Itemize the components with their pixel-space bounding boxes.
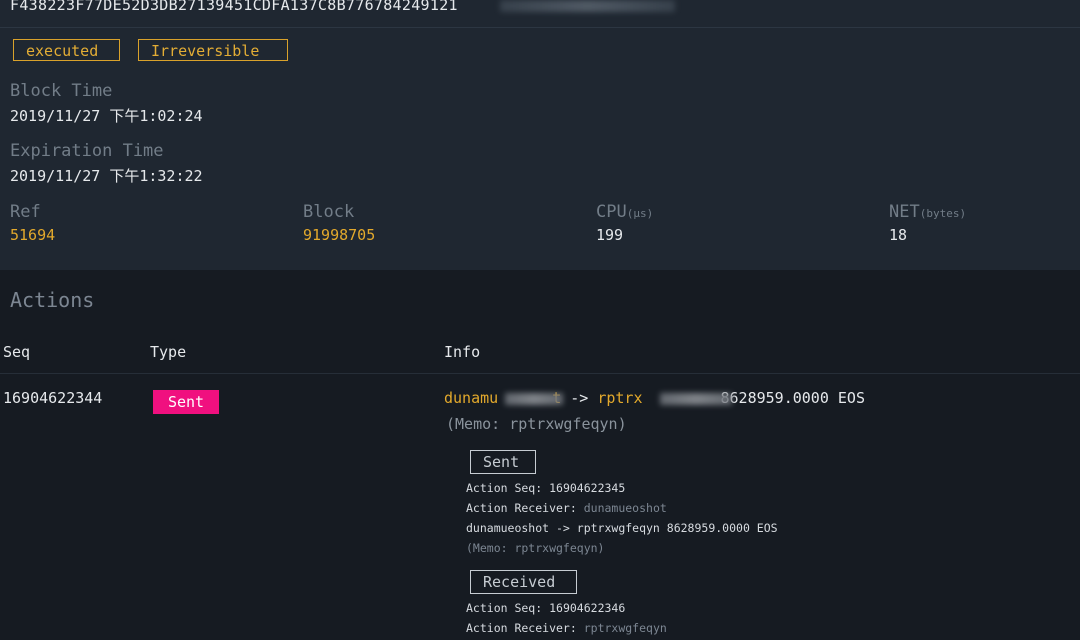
expiration-time-value: 2019/11/27 下午1:32:22 <box>10 167 203 185</box>
transaction-summary-panel: F438223F77DE52D3DB27139451CDFA137C8B7767… <box>0 0 1080 270</box>
redacted-to-account <box>660 393 732 405</box>
sent-action-memo: (Memo: rptrxwgfeqyn) <box>466 541 605 555</box>
cpu-label-text: CPU <box>596 202 627 222</box>
action-memo: (Memo: rptrxwgfeqyn) <box>446 415 627 433</box>
sent-action-receiver: Action Receiver: dunamueoshot <box>466 501 667 515</box>
cpu-label: CPU(μs) <box>596 202 653 222</box>
received-action-seq-value: 16904622346 <box>549 601 626 615</box>
from-account-link[interactable]: dunamu <box>444 389 498 407</box>
redacted-hash-tail <box>500 0 675 12</box>
cpu-unit: (μs) <box>626 207 654 220</box>
sent-action-seq-value: 16904622345 <box>549 481 626 495</box>
column-header-seq: Seq <box>3 343 31 361</box>
sent-action-transfer: dunamueoshot -> rptrxwgfeqyn 8628959.000… <box>466 521 778 535</box>
transaction-hash: F438223F77DE52D3DB27139451CDFA137C8B7767… <box>10 0 458 14</box>
actions-section-title: Actions <box>10 288 95 312</box>
sent-toggle-button[interactable]: Sent <box>470 450 536 474</box>
received-action-receiver-value: rptrxwgfeqyn <box>583 621 667 635</box>
ref-value[interactable]: 51694 <box>10 226 55 244</box>
cpu-value: 199 <box>596 226 624 244</box>
received-action-receiver-label: Action Receiver: <box>466 621 577 635</box>
net-label: NET(bytes) <box>889 202 966 222</box>
received-action-receiver: Action Receiver: rptrxwgfeqyn <box>466 621 667 635</box>
received-action-seq-label: Action Seq: <box>466 601 543 615</box>
block-time-label: Block Time <box>10 81 113 101</box>
table-header-divider <box>0 373 1080 374</box>
column-header-info: Info <box>444 343 481 361</box>
sent-action-receiver-value: dunamueoshot <box>583 501 667 515</box>
expiration-time-label: Expiration Time <box>10 141 164 161</box>
sent-action-seq-label: Action Seq: <box>466 481 543 495</box>
net-unit: (bytes) <box>919 207 967 220</box>
status-badge-irreversible: Irreversible <box>138 39 288 61</box>
sent-action-seq: Action Seq: 16904622345 <box>466 481 625 495</box>
net-label-text: NET <box>889 202 920 222</box>
block-value[interactable]: 91998705 <box>303 226 375 244</box>
to-account-link[interactable]: rptrx <box>597 389 642 407</box>
action-seq: 16904622344 <box>3 389 103 407</box>
received-toggle-button[interactable]: Received <box>470 570 577 594</box>
transfer-amount: 8628959.0000 EOS <box>720 389 866 407</box>
status-badge-executed: executed <box>13 39 120 61</box>
received-action-seq: Action Seq: 16904622346 <box>466 601 625 615</box>
sent-action-receiver-label: Action Receiver: <box>466 501 577 515</box>
transfer-arrow: -> <box>570 389 589 407</box>
column-header-type: Type <box>150 343 187 361</box>
divider <box>0 27 1080 28</box>
ref-label: Ref <box>10 202 41 222</box>
block-label: Block <box>303 202 355 222</box>
action-type-badge: Sent <box>153 390 219 414</box>
block-time-value: 2019/11/27 下午1:02:24 <box>10 107 203 125</box>
redacted-from-account <box>505 393 563 405</box>
net-value: 18 <box>889 226 908 244</box>
